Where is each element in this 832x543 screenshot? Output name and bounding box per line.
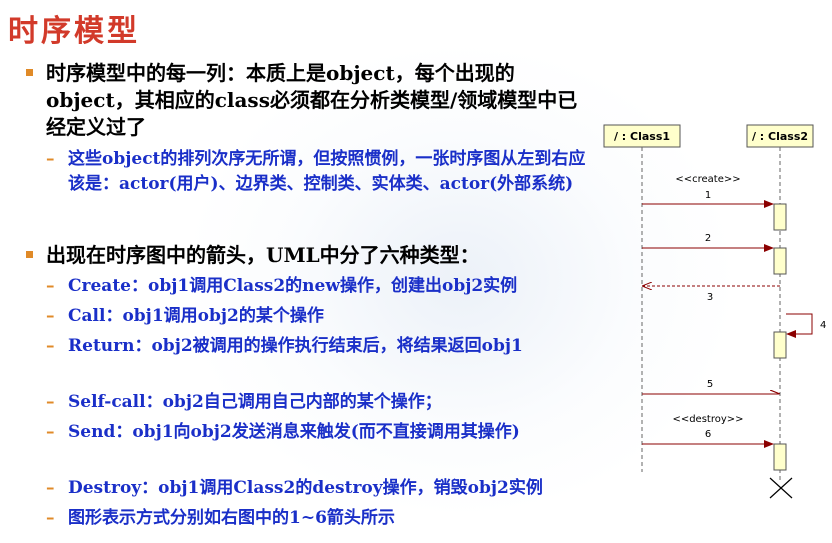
message-number-1: 1 <box>705 190 711 201</box>
message-number-6: 6 <box>705 429 711 440</box>
activation-bar <box>773 247 787 275</box>
destroy-x-icon <box>769 477 793 499</box>
self-call-arrow <box>786 313 813 338</box>
message-number-2: 2 <box>705 233 711 244</box>
lifeline-class2-label: / : Class2 <box>752 130 808 143</box>
message-number-5: 5 <box>707 379 713 390</box>
message-number-4: 4 <box>820 320 826 331</box>
create-stereotype-label: <<create>> <box>675 174 740 185</box>
activation-bar <box>773 203 787 231</box>
activation-bar <box>773 331 787 359</box>
message-number-3: 3 <box>707 292 713 303</box>
lifeline-class1-label: / : Class1 <box>614 130 670 143</box>
sequence-diagram: / : Class1 / : Class2 <<create>> 1 2 3 4… <box>603 124 826 499</box>
destroy-stereotype-label: <<destroy>> <box>672 414 743 425</box>
activation-bar <box>773 443 787 471</box>
